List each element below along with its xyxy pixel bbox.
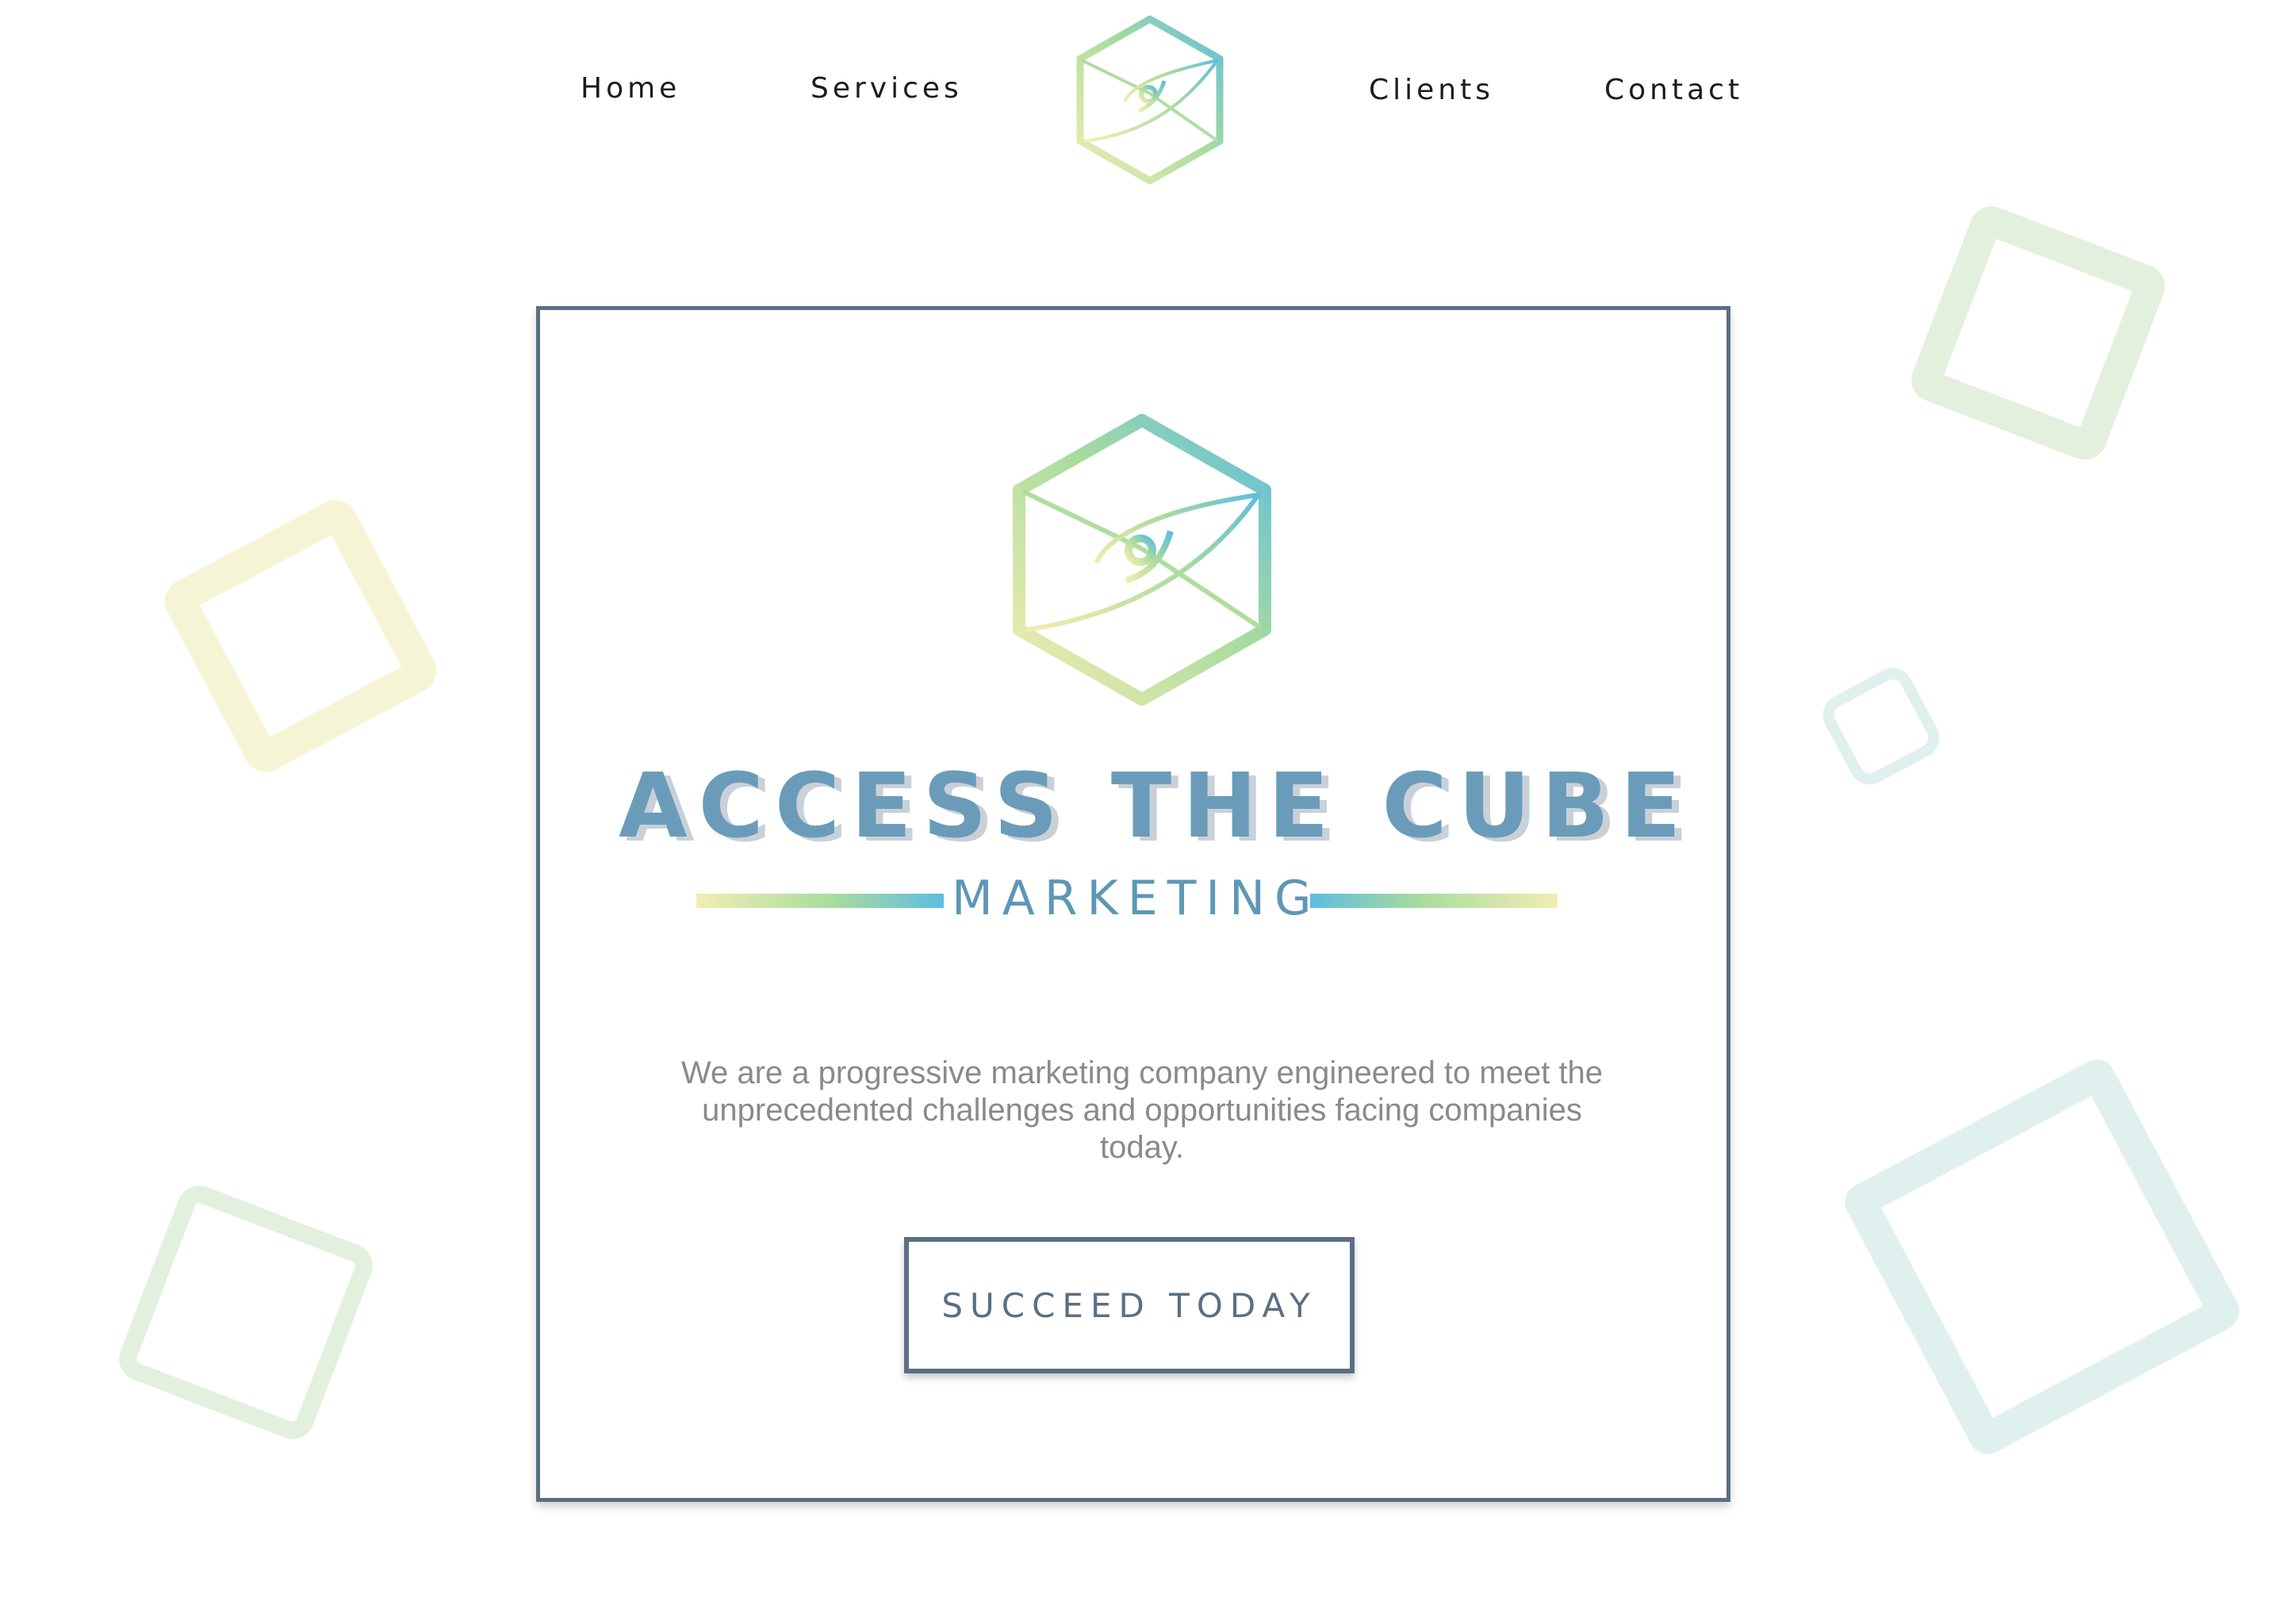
brand-title: ACCESS THE CUBE — [619, 755, 1692, 858]
nav-link-clients[interactable]: Clients — [1369, 76, 1494, 105]
gradient-rule-left — [696, 894, 944, 908]
decorative-square-left — [156, 492, 445, 780]
gradient-rule-right — [1310, 894, 1558, 908]
nav-link-home[interactable]: Home — [581, 75, 680, 103]
decorative-square-top-right — [1905, 200, 2171, 466]
nav-link-services[interactable]: Services — [811, 75, 963, 103]
hero-description: We are a progressive marketing company e… — [680, 1055, 1604, 1165]
decorative-square-bottom-right — [1838, 1053, 2246, 1461]
cube-logo-icon — [1013, 414, 1271, 706]
landing-page: Home Services Clients Contact ACCESS THE… — [0, 0, 2284, 1624]
succeed-today-button[interactable]: SUCCEED TODAY — [904, 1237, 1355, 1373]
nav-link-contact[interactable]: Contact — [1604, 76, 1743, 105]
decorative-square-small-right — [1815, 661, 1947, 792]
decorative-square-bottom-left — [113, 1179, 379, 1446]
brand-subtitle: MARKETING — [952, 871, 1321, 926]
cube-logo-icon[interactable] — [1071, 14, 1229, 186]
